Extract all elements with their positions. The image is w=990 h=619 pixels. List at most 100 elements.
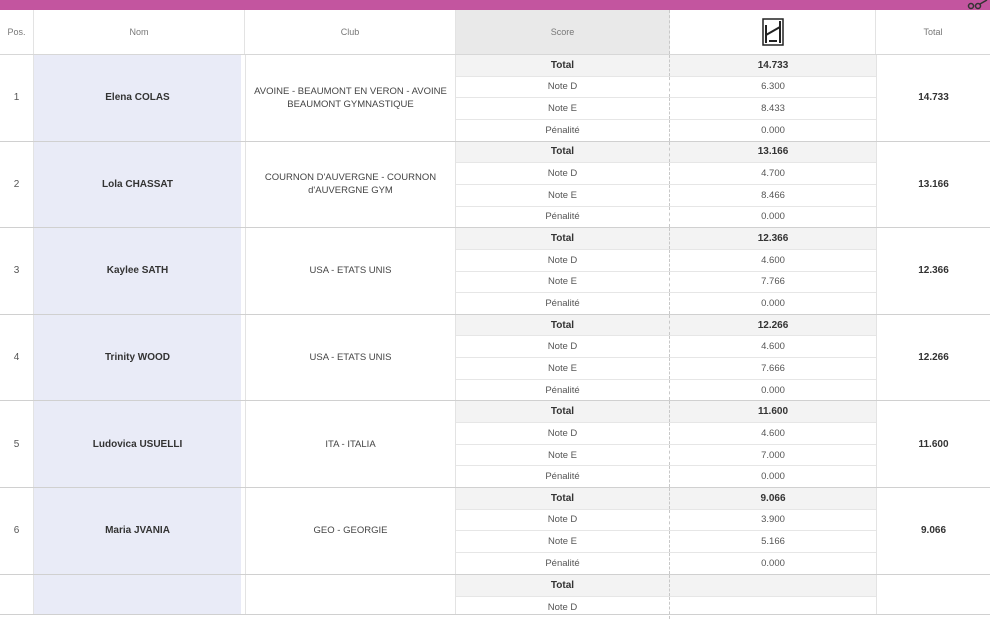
score-line: Pénalité 0.000 <box>456 206 876 228</box>
score-breakdown: Total 12.266 Note D 4.600 Note E 7.666 P… <box>456 314 876 401</box>
athlete-name[interactable] <box>34 574 241 614</box>
score-line: Note D 4.600 <box>456 249 876 272</box>
score-breakdown: Total Note D <box>456 574 876 619</box>
score-value: 14.733 <box>757 59 789 71</box>
score-label: Total <box>456 487 670 509</box>
position-cell: 6 <box>0 487 34 574</box>
position-cell: 1 <box>0 55 34 141</box>
total-score: 14.733 <box>876 55 990 141</box>
position-cell: 2 <box>0 141 34 228</box>
score-label: Total <box>456 228 670 249</box>
header-pos[interactable]: Pos. <box>0 10 34 54</box>
score-value: 7.666 <box>761 362 785 374</box>
athlete-row[interactable]: 3 Kaylee SATH USA - ETATS UNIS Total 12.36… <box>0 228 990 315</box>
parallel-bars-apparatus-icon <box>761 18 784 46</box>
score-label: Note D <box>456 336 670 358</box>
score-value: 0.000 <box>761 557 785 569</box>
score-label: Note D <box>456 423 670 444</box>
score-value: 7.000 <box>761 449 785 461</box>
score-line: Note E 7.000 <box>456 444 876 467</box>
club-name: GEO - GEORGIE <box>245 487 456 574</box>
apparatus-header[interactable] <box>670 10 876 54</box>
score-line: Total 13.166 <box>456 141 876 164</box>
score-label: Pénalité <box>456 293 670 314</box>
score-value: 12.366 <box>757 233 789 245</box>
score-line: Note E 8.466 <box>456 184 876 207</box>
score-line: Total 12.366 <box>456 228 876 250</box>
score-label: Note D <box>456 596 670 619</box>
score-label: Pénalité <box>456 552 670 574</box>
athlete-name[interactable]: Ludovica USUELLI <box>34 401 241 487</box>
athlete-row[interactable]: 1 Elena COLAS AVOINE - BEAUMONT EN VERON -… <box>0 55 990 142</box>
results-rows: 1 Elena COLAS AVOINE - BEAUMONT EN VERON -… <box>0 55 990 619</box>
header-nom[interactable]: Nom <box>34 10 245 54</box>
score-label: Pénalité <box>456 206 670 228</box>
score-value: 4.600 <box>761 341 785 353</box>
athlete-name[interactable]: Elena COLAS <box>34 55 241 141</box>
score-value: 0.000 <box>761 384 785 396</box>
score-label: Note D <box>456 163 670 184</box>
score-value: 5.166 <box>761 536 785 548</box>
scissors-tool-icon[interactable] <box>962 0 988 10</box>
score-line: Pénalité 0.000 <box>456 466 876 487</box>
score-line: Note D 3.900 <box>456 509 876 532</box>
athlete-row[interactable]: 6 Maria JVANIA GEO - GEORGIE Total 9.066 N… <box>0 487 990 575</box>
score-line: Note D 4.600 <box>456 423 876 445</box>
score-label: Note E <box>456 271 670 293</box>
total-score: 13.166 <box>876 141 990 228</box>
club-name: USA - ETATS UNIS <box>245 314 456 401</box>
score-breakdown: Total 14.733 Note D 6.300 Note E 8.433 P… <box>456 55 876 141</box>
position-cell: 3 <box>0 228 34 314</box>
position-cell <box>0 574 34 614</box>
total-score: 11.600 <box>876 401 990 487</box>
position-cell: 4 <box>0 314 34 401</box>
club-name <box>245 574 456 614</box>
header-score[interactable]: Score <box>456 10 670 54</box>
header-total[interactable]: Total <box>876 10 990 54</box>
score-value: 4.600 <box>761 427 785 439</box>
score-label: Total <box>456 314 670 336</box>
score-line: Pénalité 0.000 <box>456 293 876 314</box>
score-value: 6.300 <box>761 81 785 93</box>
athlete-name[interactable]: Lola CHASSAT <box>34 141 241 228</box>
score-line: Note D 4.600 <box>456 336 876 359</box>
score-breakdown: Total 9.066 Note D 3.900 Note E 5.166 Pé… <box>456 487 876 574</box>
athlete-name[interactable]: Kaylee SATH <box>34 228 241 314</box>
athlete-name[interactable]: Maria JVANIA <box>34 487 241 574</box>
athlete-row[interactable]: 5 Ludovica USUELLI ITA - ITALIA Total 11.6… <box>0 401 990 488</box>
header-club[interactable]: Club <box>245 10 456 54</box>
athlete-name[interactable]: Trinity WOOD <box>34 314 241 401</box>
total-score: 9.066 <box>876 487 990 574</box>
athlete-row[interactable]: 2 Lola CHASSAT COURNON D'AUVERGNE - COURNO… <box>0 141 990 229</box>
score-breakdown: Total 12.366 Note D 4.600 Note E 7.766 P… <box>456 228 876 314</box>
score-value <box>670 597 876 619</box>
score-value: 0.000 <box>761 297 785 309</box>
score-line: Total <box>456 574 876 597</box>
athlete-row-partial[interactable]: Total Note D <box>0 574 990 619</box>
score-value: 4.600 <box>761 254 785 266</box>
athlete-row[interactable]: 4 Trinity WOOD USA - ETATS UNIS Total 12.2… <box>0 314 990 402</box>
score-value: 0.000 <box>761 211 785 223</box>
score-value: 4.700 <box>761 168 785 180</box>
club-name: ITA - ITALIA <box>245 401 456 487</box>
score-label: Note D <box>456 509 670 531</box>
score-line: Total 11.600 <box>456 401 876 424</box>
score-label: Note D <box>456 76 670 98</box>
score-label: Note E <box>456 98 670 119</box>
score-line: Note E 8.433 <box>456 98 876 120</box>
score-value: 9.066 <box>760 492 786 504</box>
score-value: 8.466 <box>761 189 785 201</box>
position-cell: 5 <box>0 401 34 487</box>
score-label: Total <box>456 141 670 163</box>
score-label: Total <box>456 574 670 596</box>
score-label: Pénalité <box>456 379 670 401</box>
score-line: Note E 7.766 <box>456 271 876 294</box>
score-label: Pénalité <box>456 466 670 487</box>
score-breakdown: Total 11.600 Note D 4.600 Note E 7.000 P… <box>456 401 876 487</box>
score-line: Note D 6.300 <box>456 76 876 99</box>
score-value: 0.000 <box>761 124 785 136</box>
total-score: 12.266 <box>876 314 990 401</box>
score-line: Note E 5.166 <box>456 531 876 553</box>
total-score: 12.366 <box>876 228 990 314</box>
score-value: 12.266 <box>757 319 789 331</box>
